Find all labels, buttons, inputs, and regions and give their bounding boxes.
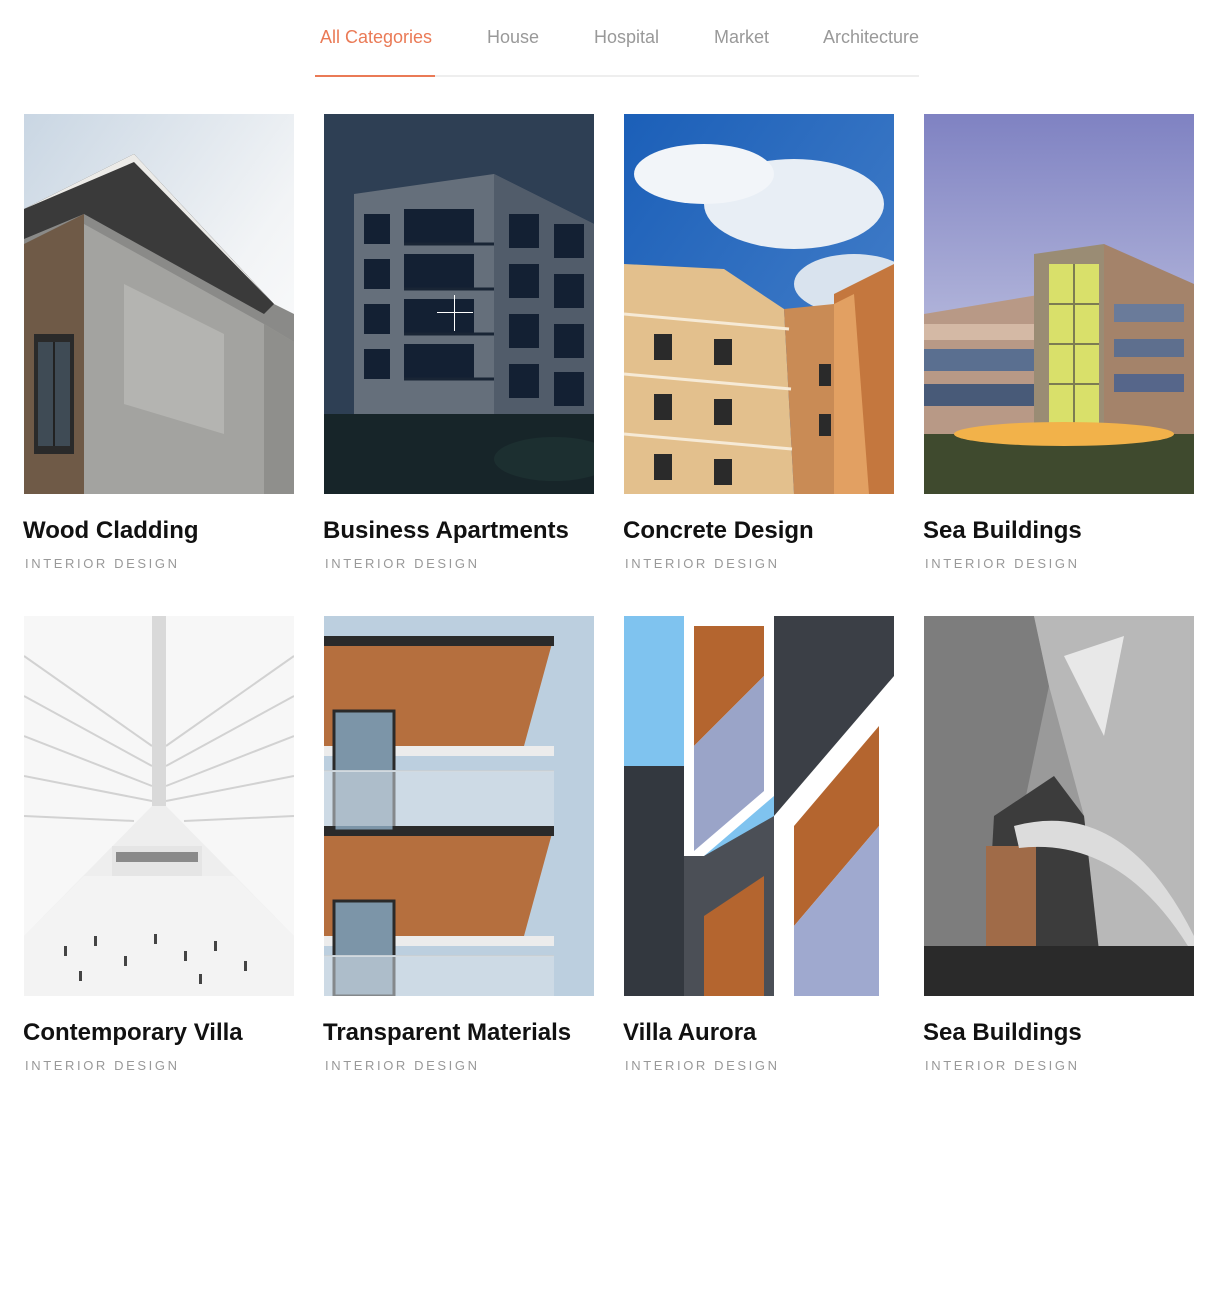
building-image: [624, 114, 894, 494]
card-title[interactable]: Villa Aurora: [623, 1018, 894, 1048]
card-title[interactable]: Transparent Materials: [323, 1018, 594, 1048]
card-title[interactable]: Concrete Design: [623, 516, 894, 546]
portfolio-image[interactable]: [624, 114, 894, 494]
tab-hospital[interactable]: Hospital: [594, 26, 659, 48]
card-category: INTERIOR DESIGN: [25, 1058, 180, 1073]
portfolio-card: Business Apartments INTERIOR DESIGN: [323, 114, 594, 572]
card-category: INTERIOR DESIGN: [325, 1058, 480, 1073]
building-image: [624, 616, 894, 996]
portfolio-image[interactable]: [624, 616, 894, 996]
portfolio-image[interactable]: [24, 114, 294, 494]
portfolio-card: Sea Buildings INTERIOR DESIGN: [923, 114, 1194, 572]
portfolio-card: Sea Buildings INTERIOR DESIGN: [923, 616, 1194, 1074]
portfolio-card: Transparent Materials INTERIOR DESIGN: [323, 616, 594, 1074]
building-image: [324, 616, 594, 996]
plus-icon[interactable]: [437, 295, 473, 331]
card-title[interactable]: Contemporary Villa: [23, 1018, 294, 1048]
card-category: INTERIOR DESIGN: [925, 556, 1080, 571]
tab-all-categories[interactable]: All Categories: [320, 26, 432, 48]
card-title[interactable]: Sea Buildings: [923, 1018, 1194, 1048]
card-category: INTERIOR DESIGN: [325, 556, 480, 571]
building-image: [924, 114, 1194, 494]
building-image: [24, 114, 294, 494]
card-category: INTERIOR DESIGN: [25, 556, 180, 571]
card-title[interactable]: Wood Cladding: [23, 516, 294, 546]
portfolio-image[interactable]: [924, 616, 1194, 996]
portfolio-card: Wood Cladding INTERIOR DESIGN: [23, 114, 294, 572]
card-category: INTERIOR DESIGN: [625, 556, 780, 571]
tab-market[interactable]: Market: [714, 26, 769, 48]
building-image: [24, 616, 294, 996]
category-filter: All Categories House Hospital Market Arc…: [315, 0, 919, 77]
tab-house[interactable]: House: [487, 26, 539, 48]
tab-architecture[interactable]: Architecture: [823, 26, 919, 48]
portfolio-card: Villa Aurora INTERIOR DESIGN: [623, 616, 894, 1074]
building-image: [924, 616, 1194, 996]
active-tab-underline: [315, 75, 435, 77]
card-category: INTERIOR DESIGN: [925, 1058, 1080, 1073]
portfolio-image[interactable]: [324, 114, 594, 494]
portfolio-image[interactable]: [324, 616, 594, 996]
card-title[interactable]: Sea Buildings: [923, 516, 1194, 546]
portfolio-card: Concrete Design INTERIOR DESIGN: [623, 114, 894, 572]
card-category: INTERIOR DESIGN: [625, 1058, 780, 1073]
portfolio-card: Contemporary Villa INTERIOR DESIGN: [23, 616, 294, 1074]
card-title[interactable]: Business Apartments: [323, 516, 594, 546]
portfolio-image[interactable]: [924, 114, 1194, 494]
portfolio-image[interactable]: [24, 616, 294, 996]
